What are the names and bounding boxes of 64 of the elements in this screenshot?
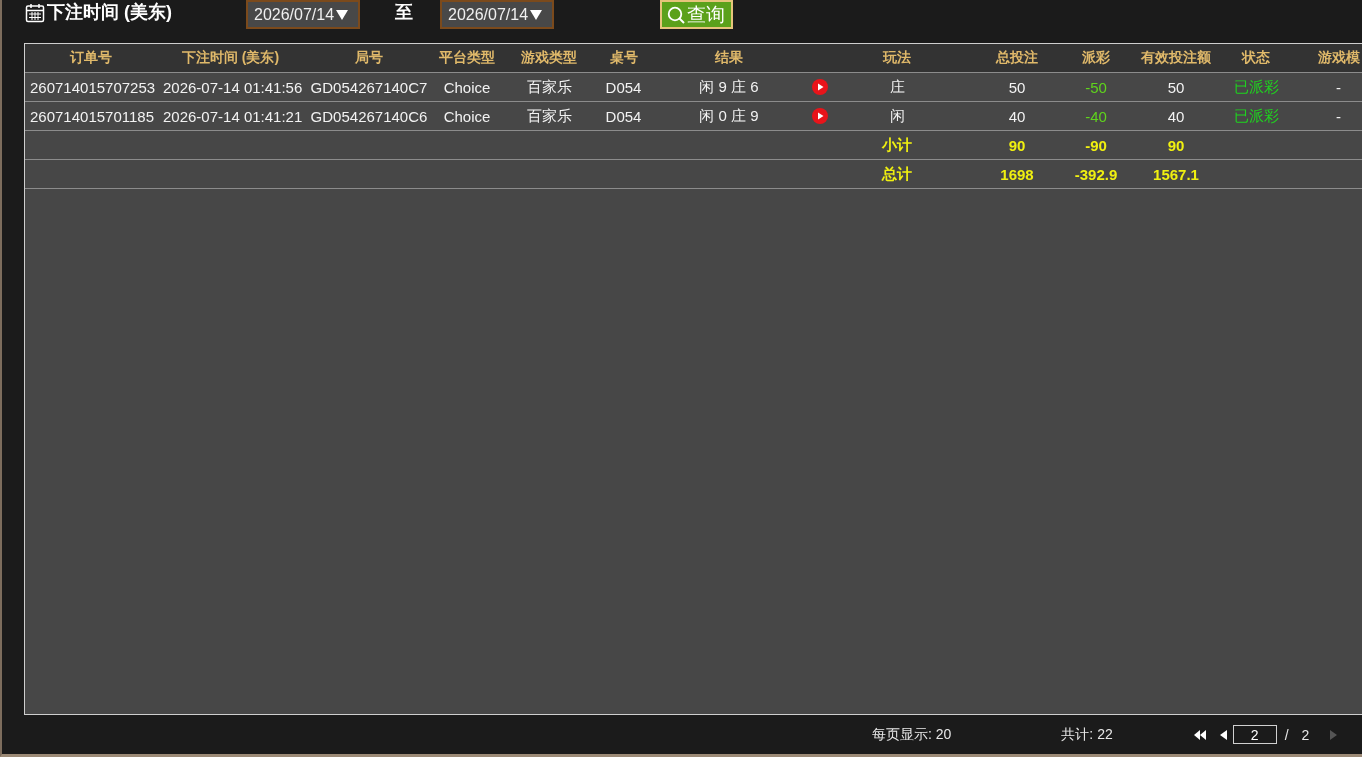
table-cell-text: -40: [1084, 107, 1108, 125]
column-header: 结果: [714, 49, 744, 67]
table-cell-text: -: [1335, 78, 1342, 96]
column-header: 局号: [354, 49, 384, 67]
page-size-text: 每页显示: 20: [872, 725, 952, 744]
column-header: 总投注: [994, 49, 1039, 67]
table-cell-text: 50: [1166, 78, 1186, 96]
range-separator: 至: [395, 2, 413, 23]
column-header: 游戏类型: [520, 49, 578, 67]
page-input[interactable]: 2: [1232, 725, 1277, 744]
filter-label: 下注时间 (美东): [47, 2, 172, 23]
column-header: 订单号: [68, 49, 113, 67]
table-cell-text: 90: [1007, 136, 1027, 154]
table-cell-text: 40: [1166, 107, 1186, 125]
table-cell-text: Choice: [442, 107, 492, 125]
page-count-text: 2: [1301, 726, 1310, 743]
play-icon[interactable]: [812, 108, 828, 124]
table-cell-text: 2026-07-14 01:41:21: [162, 107, 304, 125]
play-icon[interactable]: [812, 79, 828, 95]
previous-page-icon[interactable]: [1219, 729, 1227, 740]
table-cell-text: 庄: [888, 77, 906, 97]
table-cell-text: D054: [604, 78, 643, 96]
table-cell-text: 百家乐: [525, 106, 573, 126]
column-header: 平台类型: [438, 49, 496, 67]
column-header: 桌号: [608, 49, 639, 67]
table-cell-text: 2026-07-14 01:41:56: [162, 78, 304, 96]
calendar-icon: [25, 3, 45, 23]
end-date-select[interactable]: 2026/07/14: [440, 0, 554, 29]
table-cell-text: 260714015707253: [29, 78, 156, 96]
summary-label: 小计: [881, 135, 913, 155]
summary-label: 总计: [880, 164, 913, 184]
table-cell-text: D054: [604, 107, 643, 125]
start-date-select[interactable]: 2026/07/14: [246, 0, 360, 29]
table-cell-text: GD054267140C7: [309, 78, 429, 96]
table-cell-text: 260714015701185: [29, 107, 156, 125]
table-cell-text: 40: [1007, 107, 1027, 125]
table-cell-text: 90: [1166, 136, 1186, 154]
table-cell-text: 闲 0 庄 9: [698, 106, 760, 126]
table-cell-text: 百家乐: [525, 77, 573, 97]
table-cell-text: 闲 9 庄 6: [698, 77, 760, 97]
table-cell-text: 50: [1007, 78, 1027, 96]
table-cell-text: -50: [1084, 78, 1108, 96]
status-text: 已派彩: [1232, 106, 1280, 126]
column-header: 派彩: [1081, 49, 1111, 67]
table-cell-text: -90: [1084, 136, 1108, 154]
column-header: 游戏模: [1316, 49, 1361, 67]
caret-icon: [336, 9, 349, 20]
table-cell-text: 1567.1: [1152, 165, 1200, 183]
first-page-icon[interactable]: [1193, 729, 1206, 740]
total-count-text: 共计: 22: [1061, 725, 1113, 744]
column-header: 状态: [1240, 49, 1271, 67]
table-cell-text: Choice: [442, 78, 492, 96]
caret-icon: [530, 9, 543, 20]
table-cell-text: 闲: [888, 106, 906, 126]
status-text: 已派彩: [1232, 77, 1280, 97]
table-cell-text: GD054267140C6: [309, 107, 429, 125]
page-separator: /: [1284, 726, 1289, 743]
column-header: 玩法: [881, 49, 912, 67]
column-header: 有效投注额: [1140, 49, 1212, 67]
table-cell-text: -: [1335, 107, 1342, 125]
search-icon: [667, 5, 685, 24]
column-header: 下注时间 (美东): [180, 49, 281, 67]
table-cell-text: -392.9: [1073, 165, 1119, 183]
table-cell-text: 1698: [999, 165, 1035, 183]
